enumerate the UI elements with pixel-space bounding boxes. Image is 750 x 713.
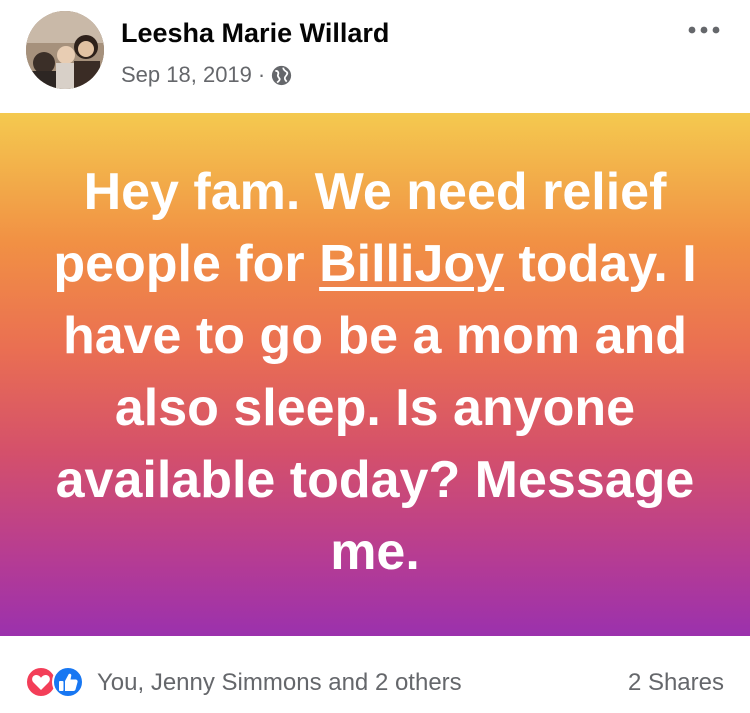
shares-count[interactable]: 2 Shares	[628, 669, 724, 697]
reactions-summary[interactable]: You, Jenny Simmons and 2 others	[97, 669, 462, 697]
post-meta: Sep 18, 2019 ·	[121, 62, 292, 88]
mention-link[interactable]: BilliJoy	[319, 235, 504, 293]
avatar-photo-icon	[26, 11, 104, 89]
more-options-icon[interactable]	[684, 20, 724, 40]
author-avatar[interactable]	[26, 11, 104, 89]
reaction-icons[interactable]	[24, 665, 88, 699]
post-header: Leesha Marie Willard Sep 18, 2019 ·	[0, 0, 750, 113]
post-background-banner: Hey fam. We need relief people for Billi…	[0, 113, 750, 636]
meta-separator: ·	[257, 62, 266, 87]
post-date[interactable]: Sep 18, 2019	[121, 62, 252, 88]
post-text: Hey fam. We need relief people for Billi…	[15, 156, 735, 588]
like-reaction-icon	[52, 666, 84, 698]
author-name[interactable]: Leesha Marie Willard	[121, 18, 389, 49]
love-reaction-icon	[25, 666, 57, 698]
post-footer: You, Jenny Simmons and 2 others 2 Shares	[0, 636, 750, 713]
globe-icon	[271, 65, 292, 86]
